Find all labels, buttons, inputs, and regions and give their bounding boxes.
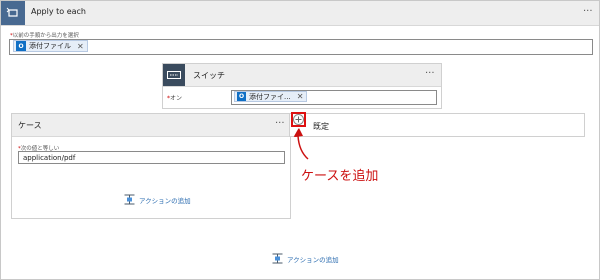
apply-to-each-more-menu[interactable]: ··· [583,7,593,17]
select-output-field[interactable]: O 添付ファイル ✕ [9,39,593,55]
outer-add-action-button[interactable]: アクションの追加 [272,253,339,264]
attachments-token-label: 添付ファイル [29,42,71,50]
default-card: 既定 [289,113,585,137]
case-title: ケース [18,121,42,130]
default-title: 既定 [313,122,329,131]
select-output-label: *以前の手順から出力を選択 [10,33,79,39]
switch-more-menu[interactable]: ··· [425,69,435,79]
equals-input[interactable]: application/pdf [18,151,285,164]
apply-to-each-title: Apply to each [31,7,86,16]
plus-icon [295,116,302,123]
case-more-menu[interactable]: ··· [275,119,285,129]
apply-to-each-header[interactable]: Apply to each ··· [1,1,599,26]
attachments-token[interactable]: O 添付ファイル ✕ [13,40,88,52]
attachments-token-switch[interactable]: O 添付ファイ... ✕ [234,91,308,102]
switch-card-header[interactable]: スイッチ ··· [163,64,441,87]
remove-token-icon[interactable]: ✕ [77,42,84,51]
apply-to-each-container: Apply to each ··· *以前の手順から出力を選択 O 添付ファイル… [0,0,600,280]
case-add-action-label: アクションの追加 [139,196,191,205]
default-card-header[interactable]: 既定 [290,114,584,136]
switch-icon [163,64,185,86]
switch-token-label: 添付ファイ... [249,92,291,101]
remove-token-icon[interactable]: ✕ [297,92,304,101]
case-card: ケース ··· *次の値と等しい application/pdf アクションの追… [11,113,291,219]
case-card-header[interactable]: ケース ··· [12,114,290,137]
switch-on-field[interactable]: O 添付ファイ... ✕ [231,90,437,105]
loop-icon [1,1,25,25]
outlook-icon: O [16,41,26,51]
add-action-icon [124,194,135,205]
outlook-icon: O [237,92,246,101]
add-case-button[interactable] [293,114,304,125]
switch-on-label: *オン [167,95,183,102]
annotation-arrow [293,128,309,160]
add-action-icon [272,253,283,264]
case-add-action-button[interactable]: アクションの追加 [124,194,191,205]
switch-title: スイッチ [193,71,225,80]
outer-add-action-label: アクションの追加 [287,255,339,264]
annotation-text: ケースを追加 [301,169,379,184]
switch-card: スイッチ ··· *オン O 添付ファイ... ✕ [162,63,442,109]
